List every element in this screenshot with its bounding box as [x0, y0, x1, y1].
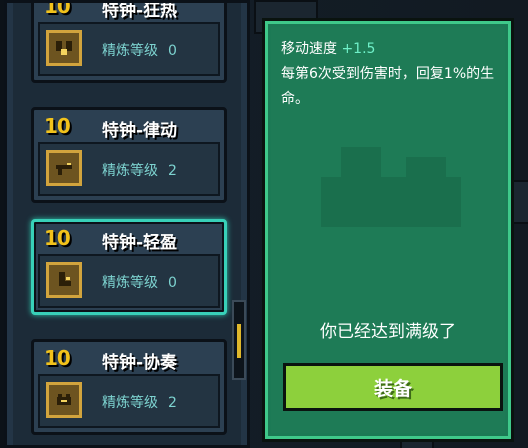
refine-value: 0: [168, 43, 177, 59]
card-header: 10 特钟-律动: [38, 112, 220, 142]
level-badge: 10: [44, 0, 71, 18]
rifle-icon: [46, 150, 82, 186]
item-card-3-selected[interactable]: 10 特钟-轻盈 精炼等级 0: [31, 219, 227, 315]
frog-icon: [46, 382, 82, 418]
card-header: 10 特钟-轻盈: [38, 224, 220, 254]
item-card-2[interactable]: 10 特钟-律动 精炼等级 2: [31, 107, 227, 203]
card-body: 精炼等级 0: [38, 254, 220, 308]
item-list-panel[interactable]: 10 特钟-狂热 精炼等级 0 10 特钟-律动 精炼等级 2 10 特钟-轻盈…: [4, 0, 250, 448]
item-card-4[interactable]: 10 特钟-协奏 精炼等级 2: [31, 339, 227, 435]
level-badge: 10: [44, 346, 71, 370]
refine-level: 精炼等级 2: [102, 160, 177, 180]
refine-level: 精炼等级 2: [102, 392, 177, 412]
tooltip-body: 移动速度 +1.5 每第6次受到伤害时，回复1%的生命。 你已经达到满级了 装备: [271, 27, 505, 433]
item-name: 特钟-轻盈: [102, 233, 178, 253]
card-header: 10 特钟-协奏: [38, 344, 220, 374]
screen: 10 特钟-狂热 精炼等级 0 10 特钟-律动 精炼等级 2 10 特钟-轻盈…: [0, 0, 528, 448]
item-description: 移动速度 +1.5 每第6次受到伤害时，回复1%的生命。: [281, 37, 505, 112]
card-body: 精炼等级 2: [38, 374, 220, 428]
refine-value: 2: [168, 395, 177, 411]
effect-text: 每第6次受到伤害时，回复1%的生命。: [281, 66, 495, 107]
level-badge: 10: [44, 114, 71, 138]
card-body: 精炼等级 2: [38, 142, 220, 196]
refine-value: 0: [168, 275, 177, 291]
crossed-shields-icon: [46, 30, 82, 66]
refine-label: 精炼等级: [102, 395, 158, 411]
item-name: 特钟-律动: [102, 121, 178, 141]
item-detail-tooltip: 移动速度 +1.5 每第6次受到伤害时，回复1%的生命。 你已经达到满级了 装备: [262, 18, 514, 442]
item-name: 特钟-狂热: [102, 1, 178, 21]
refine-level: 精炼等级 0: [102, 272, 177, 292]
refine-value: 2: [168, 163, 177, 179]
item-list-scroll-area[interactable]: 10 特钟-狂热 精炼等级 0 10 特钟-律动 精炼等级 2 10 特钟-轻盈…: [13, 0, 241, 445]
stat-label: 移动速度: [281, 41, 337, 57]
refine-level: 精炼等级 0: [102, 40, 177, 60]
equip-button[interactable]: 装备: [283, 363, 503, 411]
scrollbar-thumb[interactable]: [237, 324, 241, 358]
card-body: 精炼等级 0: [38, 22, 220, 76]
refine-label: 精炼等级: [102, 43, 158, 59]
background-silhouette: [321, 147, 461, 227]
refine-label: 精炼等级: [102, 163, 158, 179]
card-header: 10 特钟-狂热: [38, 0, 220, 22]
refine-label: 精炼等级: [102, 275, 158, 291]
item-name: 特钟-协奏: [102, 353, 178, 373]
item-card-1[interactable]: 10 特钟-狂热 精炼等级 0: [31, 0, 227, 83]
stat-bonus: +1.5: [341, 41, 376, 57]
max-level-message: 你已经达到满级了: [320, 322, 456, 342]
list-scrollbar[interactable]: [232, 300, 246, 380]
boot-icon: [46, 262, 82, 298]
level-badge: 10: [44, 226, 71, 250]
